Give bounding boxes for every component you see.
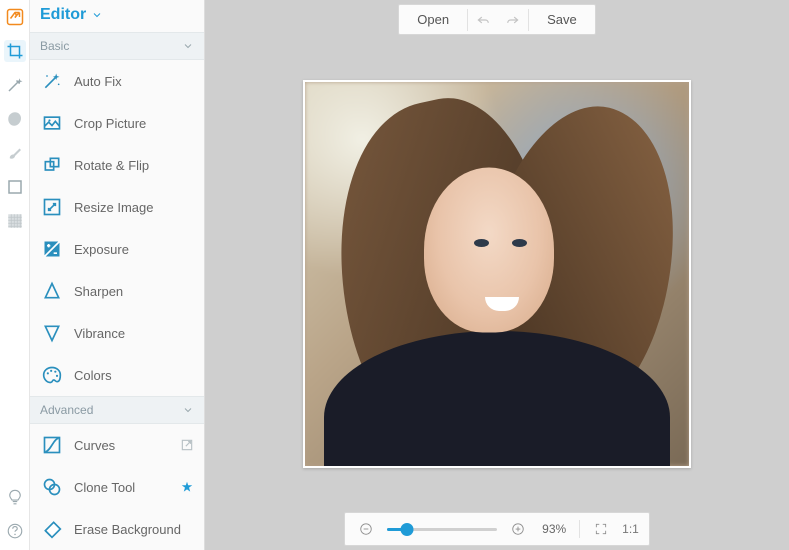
tool-clone[interactable]: Clone Tool (30, 466, 204, 508)
eraser-icon (42, 519, 62, 539)
divider (579, 520, 580, 538)
tool-label: Vibrance (74, 326, 125, 341)
zoom-in-button[interactable] (507, 518, 529, 540)
help-icon[interactable] (4, 520, 26, 542)
tool-rotate-flip[interactable]: Rotate & Flip (30, 144, 204, 186)
chevron-down-icon (182, 40, 194, 52)
tool-label: Crop Picture (74, 116, 146, 131)
brush-icon[interactable] (4, 142, 26, 164)
tool-label: Colors (74, 368, 112, 383)
tool-crop-picture[interactable]: Crop Picture (30, 102, 204, 144)
tools-panel: Editor Basic Auto Fix Crop Picture Rotat… (30, 0, 205, 550)
left-icon-bar (0, 0, 30, 550)
image-viewport[interactable] (303, 35, 691, 512)
slider-thumb[interactable] (400, 523, 413, 536)
wand-icon (42, 71, 62, 91)
crop-picture-icon (42, 113, 62, 133)
resize-icon (42, 197, 62, 217)
tool-colors[interactable]: Colors (30, 354, 204, 396)
tool-label: Rotate & Flip (74, 158, 149, 173)
tool-exposure[interactable]: Exposure (30, 228, 204, 270)
vibrance-icon (42, 323, 62, 343)
palette-icon (42, 365, 62, 385)
editor-dropdown[interactable]: Editor (30, 0, 204, 32)
zoom-toolbar: 93% 1:1 (344, 512, 650, 546)
actual-size-button[interactable]: 1:1 (622, 518, 639, 540)
texture-icon[interactable] (4, 210, 26, 232)
tool-label: Sharpen (74, 284, 123, 299)
blob-icon[interactable] (4, 108, 26, 130)
tool-curves[interactable]: Curves (30, 424, 204, 466)
canvas-area: Open Save 93% 1:1 (205, 0, 789, 550)
star-icon (180, 480, 194, 494)
rotate-icon (42, 155, 62, 175)
undo-button[interactable] (468, 7, 498, 33)
advanced-tool-list: Curves Clone Tool Erase Background (30, 424, 204, 550)
crop-icon[interactable] (4, 40, 26, 62)
zoom-slider[interactable] (387, 521, 497, 537)
logo-icon[interactable] (4, 6, 26, 28)
tool-label: Auto Fix (74, 74, 122, 89)
wand-icon[interactable] (4, 74, 26, 96)
tool-sharpen[interactable]: Sharpen (30, 270, 204, 312)
section-basic-header[interactable]: Basic (30, 32, 204, 60)
frame-icon[interactable] (4, 176, 26, 198)
tool-resize-image[interactable]: Resize Image (30, 186, 204, 228)
tool-label: Clone Tool (74, 480, 135, 495)
clone-icon (42, 477, 62, 497)
section-label: Advanced (40, 403, 93, 417)
zoom-value: 93% (539, 522, 569, 536)
popout-icon (180, 438, 194, 452)
top-toolbar: Open Save (398, 4, 595, 35)
zoom-out-button[interactable] (355, 518, 377, 540)
section-advanced-header[interactable]: Advanced (30, 396, 204, 424)
basic-tool-list: Auto Fix Crop Picture Rotate & Flip Resi… (30, 60, 204, 396)
sharpen-icon (42, 281, 62, 301)
exposure-icon (42, 239, 62, 259)
chevron-down-icon (182, 404, 194, 416)
save-button[interactable]: Save (529, 5, 595, 34)
tool-erase-background[interactable]: Erase Background (30, 508, 204, 550)
tool-label: Curves (74, 438, 115, 453)
editor-title: Editor (40, 6, 86, 24)
tool-auto-fix[interactable]: Auto Fix (30, 60, 204, 102)
tool-label: Resize Image (74, 200, 153, 215)
bulb-icon[interactable] (4, 486, 26, 508)
tool-vibrance[interactable]: Vibrance (30, 312, 204, 354)
edited-photo (303, 80, 691, 468)
redo-button[interactable] (498, 7, 528, 33)
fit-screen-button[interactable] (590, 518, 612, 540)
tool-label: Erase Background (74, 522, 181, 537)
open-button[interactable]: Open (399, 5, 467, 34)
tool-label: Exposure (74, 242, 129, 257)
chevron-down-icon (91, 9, 103, 21)
section-label: Basic (40, 39, 69, 53)
curves-icon (42, 435, 62, 455)
